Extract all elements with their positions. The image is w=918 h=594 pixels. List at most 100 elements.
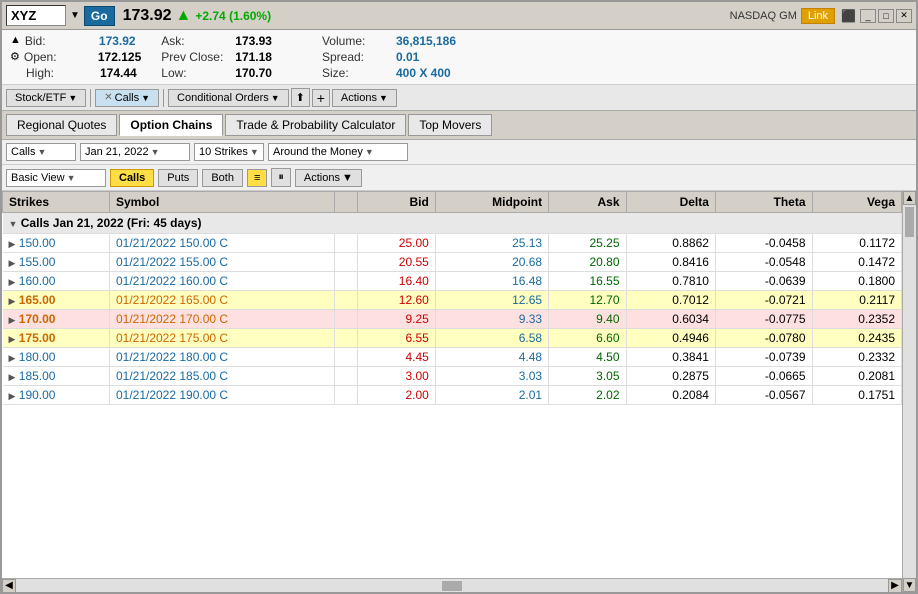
cell-vega: 0.2435 (812, 329, 901, 348)
vertical-scrollbar[interactable]: ▲ ▼ (902, 191, 916, 592)
high-value: 174.44 (100, 66, 137, 80)
cell-delta: 0.7012 (626, 291, 715, 310)
puts-view-button[interactable]: Puts (158, 169, 198, 187)
maximize-button[interactable]: □ (878, 9, 894, 23)
tab-option-chains[interactable]: Option Chains (119, 114, 223, 136)
ticker-dropdown-arrow[interactable]: ▼ (70, 10, 80, 21)
table-row[interactable]: ▶ 175.00 01/21/2022 175.00 C 6.55 6.58 6… (3, 329, 902, 348)
go-button[interactable]: Go (84, 6, 115, 26)
row-expand-icon[interactable]: ▶ (9, 334, 16, 344)
restore-icon[interactable]: ⬛ (841, 9, 856, 23)
range-select[interactable]: Around the Money ▼ (268, 143, 408, 161)
cell-ask: 4.50 (549, 348, 626, 367)
conditional-orders-button[interactable]: Conditional Orders ▼ (168, 89, 289, 107)
cell-vega: 0.1751 (812, 386, 901, 405)
cell-symbol: 01/21/2022 165.00 C (109, 291, 334, 310)
row-expand-icon[interactable]: ▶ (9, 372, 16, 382)
ticker-input[interactable] (6, 5, 66, 26)
cell-vega: 0.2117 (812, 291, 901, 310)
cell-actions (335, 310, 358, 329)
sort-icon-button[interactable]: ⬆ (291, 88, 310, 107)
cell-actions (335, 386, 358, 405)
cell-actions (335, 291, 358, 310)
table-row[interactable]: ▶ 155.00 01/21/2022 155.00 C 20.55 20.68… (3, 253, 902, 272)
col-header-theta: Theta (715, 192, 812, 213)
tab-regional-quotes[interactable]: Regional Quotes (6, 114, 117, 136)
cell-strike: ▶ 180.00 (3, 348, 110, 367)
sort-icon: ⬆ (296, 91, 305, 104)
table-row[interactable]: ▶ 165.00 01/21/2022 165.00 C 12.60 12.65… (3, 291, 902, 310)
option-chain-table: Strikes Symbol Bid Midpoint Ask Delta Th… (2, 191, 902, 405)
strikes-select[interactable]: 10 Strikes ▼ (194, 143, 264, 161)
stock-etf-button[interactable]: Stock/ETF ▼ (6, 89, 86, 107)
section-header-row: ▼ Calls Jan 21, 2022 (Fri: 45 days) (3, 213, 902, 234)
cell-strike: ▶ 150.00 (3, 234, 110, 253)
cell-actions (335, 272, 358, 291)
row-expand-icon[interactable]: ▶ (9, 258, 16, 268)
calls-view-button[interactable]: Calls (110, 169, 154, 187)
expiration-date-select[interactable]: Jan 21, 2022 ▼ (80, 143, 190, 161)
table-row[interactable]: ▶ 185.00 01/21/2022 185.00 C 3.00 3.03 3… (3, 367, 902, 386)
layout-rows-button[interactable]: ≡ (247, 169, 267, 187)
table-row[interactable]: ▶ 170.00 01/21/2022 170.00 C 9.25 9.33 9… (3, 310, 902, 329)
option-type-select[interactable]: Calls ▼ (6, 143, 76, 161)
table-row[interactable]: ▶ 160.00 01/21/2022 160.00 C 16.40 16.48… (3, 272, 902, 291)
calls-button[interactable]: ✕ Calls ▼ (95, 89, 159, 107)
main-window: ▼ Go 173.92 ▲ +2.74 (1.60%) NASDAQ GM Li… (0, 0, 918, 594)
conditional-orders-dropdown-icon: ▼ (271, 93, 280, 103)
minimize-button[interactable]: _ (860, 9, 876, 23)
both-view-button[interactable]: Both (202, 169, 243, 187)
scroll-h-thumb[interactable] (442, 581, 462, 591)
actions-toolbar-button[interactable]: Actions ▼ (332, 89, 397, 107)
cell-ask: 12.70 (549, 291, 626, 310)
low-label: Low: (161, 66, 231, 80)
scroll-left-arrow[interactable]: ◀ (2, 579, 16, 593)
cell-bid: 25.00 (358, 234, 435, 253)
tab-top-movers[interactable]: Top Movers (408, 114, 492, 136)
table-row[interactable]: ▶ 190.00 01/21/2022 190.00 C 2.00 2.01 2… (3, 386, 902, 405)
cell-symbol: 01/21/2022 170.00 C (109, 310, 334, 329)
scroll-down-arrow[interactable]: ▼ (903, 578, 916, 592)
scroll-right-arrow[interactable]: ▶ (888, 579, 902, 593)
cell-strike: ▶ 170.00 (3, 310, 110, 329)
row-expand-icon[interactable]: ▶ (9, 239, 16, 249)
cell-bid: 12.60 (358, 291, 435, 310)
cell-bid: 9.25 (358, 310, 435, 329)
scroll-v-thumb[interactable] (905, 207, 914, 237)
row-expand-icon[interactable]: ▶ (9, 353, 16, 363)
col-header-delta: Delta (626, 192, 715, 213)
chain-actions-button[interactable]: Actions ▼ (295, 169, 362, 187)
price-change: +2.74 (1.60%) (195, 9, 271, 23)
cell-delta: 0.3841 (626, 348, 715, 367)
horizontal-scrollbar[interactable]: ◀ ▶ (2, 578, 902, 592)
table-row[interactable]: ▶ 180.00 01/21/2022 180.00 C 4.45 4.48 4… (3, 348, 902, 367)
calls-close-icon[interactable]: ✕ (104, 92, 112, 103)
cell-ask: 2.02 (549, 386, 626, 405)
cell-midpoint: 16.48 (435, 272, 548, 291)
scroll-up-arrow[interactable]: ▲ (903, 191, 916, 205)
view-controls: Basic View ▼ Calls Puts Both ≡ ⏸ Actions… (2, 165, 916, 191)
option-chain-table-container[interactable]: Strikes Symbol Bid Midpoint Ask Delta Th… (2, 191, 902, 578)
section-header-text: Calls Jan 21, 2022 (Fri: 45 days) (21, 216, 202, 230)
link-button[interactable]: Link (801, 8, 835, 24)
bid-label: Bid: (25, 34, 95, 48)
row-expand-icon[interactable]: ▶ (9, 315, 16, 325)
cell-bid: 2.00 (358, 386, 435, 405)
strike-value: 175.00 (19, 331, 56, 345)
view-select[interactable]: Basic View ▼ (6, 169, 106, 187)
close-button[interactable]: ✕ (896, 9, 912, 23)
section-collapse-icon[interactable]: ▼ (9, 219, 18, 229)
tab-trade-probability[interactable]: Trade & Probability Calculator (225, 114, 406, 136)
cell-vega: 0.1472 (812, 253, 901, 272)
row-expand-icon[interactable]: ▶ (9, 391, 16, 401)
cell-strike: ▶ 185.00 (3, 367, 110, 386)
table-row[interactable]: ▶ 150.00 01/21/2022 150.00 C 25.00 25.13… (3, 234, 902, 253)
layout-columns-button[interactable]: ⏸ (271, 168, 291, 187)
row-expand-icon[interactable]: ▶ (9, 296, 16, 306)
cell-vega: 0.2081 (812, 367, 901, 386)
strike-value: 185.00 (19, 369, 56, 383)
add-tab-button[interactable]: + (312, 89, 330, 107)
row-expand-icon[interactable]: ▶ (9, 277, 16, 287)
scroll-h-track (16, 581, 888, 591)
symbol-value: 01/21/2022 155.00 C (116, 255, 228, 269)
